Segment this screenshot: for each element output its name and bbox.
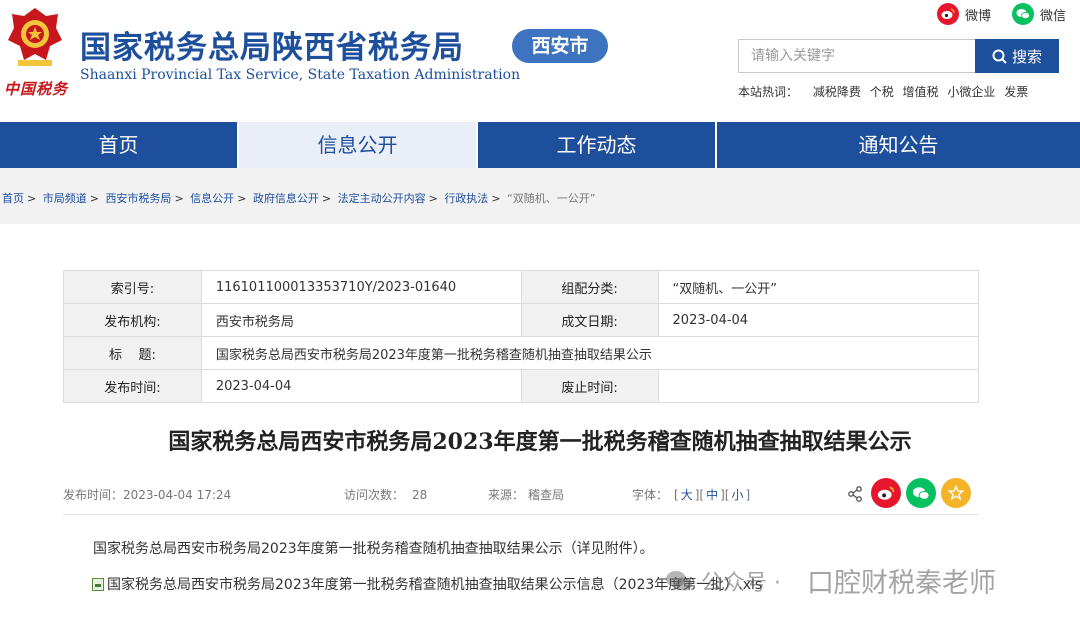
attachment-link[interactable]: 国家税务总局西安市税务局2023年度第一批税务稽查随机抽查抽取结果公示信息（20… — [92, 574, 762, 594]
breadcrumb-current: “双随机、一公开” — [507, 192, 596, 205]
source-value: 稽查局 — [528, 488, 565, 502]
article-body: 国家税务总局西安市税务局2023年度第一批税务稽查随机抽查抽取结果公示（详见附件… — [93, 541, 654, 557]
nav-item-home[interactable]: 首页 — [0, 122, 239, 168]
meta-key: 标 题: — [63, 336, 202, 370]
site-title[interactable]: 国家税务总局陕西省税务局 — [80, 22, 464, 67]
breadcrumb-link[interactable]: 行政执法 — [444, 192, 488, 205]
hot-words-label: 本站热词： — [738, 85, 799, 99]
hot-word-link[interactable]: 增值税 — [903, 85, 939, 99]
meta-value — [657, 369, 980, 403]
share-icon[interactable] — [847, 486, 863, 505]
breadcrumb-link[interactable]: 政府信息公开 — [253, 192, 319, 205]
national-emblem-logo — [6, 6, 64, 70]
table-row: 索引号: 116101100013353710Y/2023-01640 组配分类… — [63, 270, 980, 304]
hot-word-link[interactable]: 个税 — [870, 85, 894, 99]
font-size-medium[interactable]: 中 — [706, 488, 718, 502]
article-info-bar: 发布时间：2023-04-04 17:24 访问次数： 28 来源： 稽查局 字体：… — [63, 478, 979, 510]
breadcrumb-link[interactable]: 西安市税务局 — [105, 192, 171, 205]
hot-words: 本站热词： 减税降费 个税 增值税 小微企业 发票 — [738, 83, 1033, 100]
visit-count-label: 访问次数： — [344, 488, 405, 502]
publish-time-value: 2023-04-04 17:24 — [123, 488, 232, 502]
weibo-icon — [937, 3, 959, 25]
site-header: 中国税务 国家税务总局陕西省税务局 Shaanxi Provincial Tax… — [0, 0, 1080, 122]
excel-file-icon — [92, 577, 104, 591]
search-input[interactable]: 请输入关键字 — [738, 39, 975, 73]
favorite-star-icon[interactable] — [941, 478, 971, 508]
breadcrumb-separator: > — [89, 192, 99, 205]
watermark-name: 口腔财税秦老师 — [807, 568, 996, 599]
site-subtitle: Shaanxi Provincial Tax Service, State Ta… — [80, 67, 521, 83]
hot-word-link[interactable]: 小微企业 — [947, 85, 995, 99]
weibo-label: 微博 — [965, 8, 992, 24]
breadcrumb-separator: > — [174, 192, 184, 205]
watermark-prefix: 公众号 · — [701, 570, 781, 596]
search-button-label: 搜索 — [1011, 47, 1042, 66]
nav-item-work-news[interactable]: 工作动态 — [478, 122, 717, 168]
meta-value: 国家税务总局西安市税务局2023年度第一批税务稽查随机抽查抽取结果公示 — [200, 336, 980, 370]
hot-word-link[interactable]: 发票 — [1004, 85, 1028, 99]
font-size-switcher: 字体：[大][中][小] — [632, 488, 751, 502]
visit-count: 访问次数： 28 — [344, 486, 427, 503]
meta-value: 西安市税务局 — [200, 303, 522, 337]
metadata-table: 索引号: 116101100013353710Y/2023-01640 组配分类… — [63, 270, 980, 403]
breadcrumb-separator: > — [27, 192, 37, 205]
wechat-icon — [1012, 3, 1034, 25]
breadcrumb-link[interactable]: 信息公开 — [190, 192, 234, 205]
breadcrumb-link[interactable]: 法定主动公开内容 — [338, 192, 426, 205]
search-icon — [992, 49, 1007, 64]
source: 来源： 稽查局 — [488, 486, 564, 503]
weibo-share-icon[interactable] — [871, 478, 901, 508]
nav-item-notices[interactable]: 通知公告 — [717, 122, 1080, 168]
divider — [63, 514, 979, 515]
meta-value: 2023-04-04 — [657, 303, 980, 337]
wechat-watermark-icon — [665, 570, 693, 592]
table-row: 发布时间: 2023-04-04 废止时间: — [63, 369, 980, 403]
breadcrumb-link[interactable]: 市局频道 — [43, 192, 87, 205]
meta-key: 发布机构: — [63, 303, 202, 337]
source-label: 来源： — [488, 488, 525, 502]
wechat-share-icon[interactable] — [906, 478, 936, 508]
publish-time-label: 发布时间： — [63, 488, 124, 502]
meta-value: “双随机、一公开” — [657, 270, 980, 304]
meta-value: 2023-04-04 — [200, 369, 522, 403]
font-size-label: 字体： — [632, 488, 669, 502]
meta-key: 废止时间: — [520, 369, 659, 403]
breadcrumb: 首页 > 市局频道 > 西安市税务局 > 信息公开 > 政府信息公开 > 法定主动公开内容… — [2, 190, 595, 206]
weibo-link[interactable]: 微博 — [937, 3, 991, 25]
breadcrumb-link[interactable]: 首页 — [2, 192, 24, 205]
font-size-small[interactable]: 小 — [731, 488, 743, 502]
meta-value: 116101100013353710Y/2023-01640 — [200, 270, 522, 304]
meta-key: 成文日期: — [520, 303, 659, 337]
breadcrumb-separator: > — [428, 192, 438, 205]
tax-cursive-logo: 中国税务 — [4, 80, 69, 98]
wechat-watermark: 公众号 · 口腔财税秦老师 — [665, 561, 996, 600]
article-title: 国家税务总局西安市税务局2023年度第一批税务稽查随机抽查抽取结果公示 — [168, 429, 912, 455]
visit-count-value: 28 — [412, 488, 428, 502]
wechat-label: 微信 — [1040, 8, 1067, 24]
meta-key: 组配分类: — [520, 270, 659, 304]
breadcrumb-separator: > — [237, 192, 247, 205]
nav-item-info-disclosure[interactable]: 信息公开 — [239, 122, 478, 168]
font-size-large[interactable]: 大 — [681, 488, 693, 502]
hot-word-link[interactable]: 减税降费 — [813, 85, 861, 99]
search-button[interactable]: 搜索 — [975, 39, 1059, 73]
meta-key: 发布时间: — [63, 369, 202, 403]
city-badge[interactable]: 西安市 — [512, 29, 608, 63]
breadcrumb-separator: > — [491, 192, 501, 205]
table-row: 标 题: 国家税务总局西安市税务局2023年度第一批税务稽查随机抽查抽取结果公示 — [63, 336, 980, 370]
breadcrumb-separator: > — [321, 192, 332, 205]
table-row: 发布机构: 西安市税务局 成文日期: 2023-04-04 — [63, 303, 980, 337]
wechat-link[interactable]: 微信 — [1012, 3, 1066, 25]
main-nav: 首页 信息公开 工作动态 通知公告 — [0, 122, 1080, 168]
attachment-name[interactable]: 国家税务总局西安市税务局2023年度第一批税务稽查随机抽查抽取结果公示信息（20… — [107, 574, 762, 594]
meta-key: 索引号: — [63, 270, 202, 304]
publish-time: 发布时间：2023-04-04 17:24 — [63, 486, 231, 503]
